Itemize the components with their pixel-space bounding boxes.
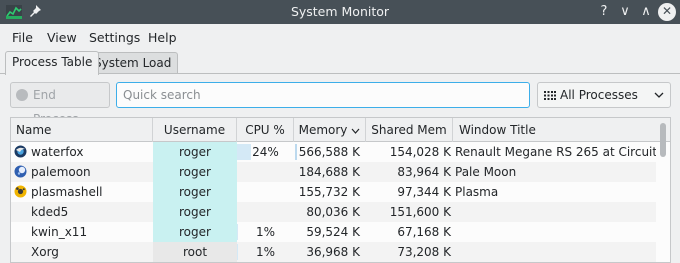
- tab-divider: [0, 73, 680, 74]
- toolbar: End Process... All Processes: [0, 80, 680, 126]
- end-process-button[interactable]: End Process...: [10, 82, 110, 126]
- process-shared-mem: 73,208 K: [397, 245, 451, 259]
- quick-search-input[interactable]: [116, 82, 530, 108]
- column-header-window-title[interactable]: Window Title: [453, 118, 653, 142]
- process-name: kwin_x11: [11, 222, 153, 242]
- table-row[interactable]: kwin_x11 roger 1% 59,524 K 67,168 K: [11, 222, 656, 242]
- table-row[interactable]: palemoon roger 184,688 K 83,964 K Pale M…: [11, 162, 656, 182]
- table-row[interactable]: Xorg root 1% 36,968 K 73,208 K: [11, 242, 656, 262]
- table-row[interactable]: plasmashell roger 155,732 K 97,344 K Pla…: [11, 182, 656, 202]
- process-shared-mem: 83,964 K: [397, 165, 451, 179]
- process-memory: 155,732 K: [298, 185, 360, 199]
- table-row[interactable]: waterfox roger 24% 566,588 K 154,028 K R…: [11, 142, 656, 162]
- process-window-title: [453, 202, 656, 222]
- process-name-label: kwin_x11: [31, 225, 88, 239]
- process-shared-mem: 151,600 K: [389, 205, 451, 219]
- process-window-title: [453, 242, 656, 262]
- column-header-username[interactable]: Username: [153, 118, 237, 142]
- chevron-down-icon: [654, 92, 664, 98]
- process-memory: 184,688 K: [298, 165, 360, 179]
- waterfox-icon: [14, 145, 27, 158]
- process-shared-mem: 67,168 K: [397, 225, 451, 239]
- palemoon-icon: [14, 165, 27, 178]
- process-cpu: 24%: [252, 145, 279, 159]
- menu-help[interactable]: Help: [148, 30, 177, 45]
- menu-file[interactable]: File: [12, 30, 33, 45]
- process-name: waterfox: [11, 142, 153, 162]
- process-cpu: [237, 162, 294, 182]
- menu-bar: File View Settings Help: [0, 24, 680, 50]
- process-memory: 59,524 K: [306, 225, 360, 239]
- process-memory: 566,588 K: [298, 145, 360, 159]
- end-process-icon: [16, 89, 28, 101]
- vertical-scrollbar[interactable]: [656, 118, 670, 262]
- process-shared-mem: 154,028 K: [389, 145, 451, 159]
- process-cpu: [237, 182, 294, 202]
- process-user: roger: [153, 222, 237, 242]
- scrollbar-thumb[interactable]: [660, 123, 666, 157]
- process-user: root: [153, 242, 237, 262]
- process-memory: 80,036 K: [306, 205, 360, 219]
- process-window-title: Pale Moon: [455, 165, 517, 179]
- title-bar: System Monitor ? ∨ ∧ ✕: [0, 0, 680, 24]
- minimize-icon[interactable]: ∨: [616, 3, 634, 21]
- menu-settings[interactable]: Settings: [89, 30, 140, 45]
- process-name-label: plasmashell: [31, 185, 103, 199]
- tab-system-load[interactable]: System Load: [87, 52, 179, 74]
- process-name-label: palemoon: [31, 165, 91, 179]
- process-user: roger: [153, 182, 237, 202]
- process-table: Name Username CPU % Memory Shared Mem Wi…: [10, 117, 671, 263]
- close-icon[interactable]: ✕: [658, 3, 676, 21]
- process-shared-mem: 97,344 K: [397, 185, 451, 199]
- column-header-shared-mem[interactable]: Shared Mem: [366, 118, 453, 142]
- process-window-title: Renault Megane RS 265 at Circuit de...: [455, 145, 656, 159]
- process-cpu: 1%: [255, 245, 276, 259]
- process-name-label: kded5: [31, 205, 69, 219]
- process-name: palemoon: [11, 162, 153, 182]
- help-icon[interactable]: ?: [595, 3, 613, 21]
- window-title: System Monitor: [290, 4, 390, 19]
- tab-process-table[interactable]: Process Table: [5, 51, 100, 75]
- process-cpu: 1%: [255, 225, 276, 239]
- process-filter-select[interactable]: All Processes: [537, 82, 671, 108]
- process-name-label: Xorg: [31, 245, 59, 259]
- process-name: Xorg: [11, 242, 153, 262]
- column-header-cpu[interactable]: CPU %: [237, 118, 294, 142]
- column-header-memory-label: Memory: [298, 123, 348, 137]
- column-header-memory[interactable]: Memory: [294, 118, 366, 142]
- table-header: Name Username CPU % Memory Shared Mem Wi…: [11, 118, 670, 142]
- maximize-icon[interactable]: ∧: [637, 3, 655, 21]
- process-name-label: waterfox: [31, 145, 84, 159]
- process-window-title: [453, 222, 656, 242]
- process-memory: 36,968 K: [306, 245, 360, 259]
- tab-bar: Process Table System Load: [0, 50, 680, 75]
- menu-view[interactable]: View: [47, 30, 77, 45]
- sort-descending-icon: [351, 128, 360, 134]
- process-name: kded5: [11, 202, 153, 222]
- process-user: roger: [153, 202, 237, 222]
- table-row[interactable]: kded5 roger 80,036 K 151,600 K: [11, 202, 656, 222]
- process-filter-value: All Processes: [560, 88, 638, 102]
- process-name: plasmashell: [11, 182, 153, 202]
- process-cpu: [237, 202, 294, 222]
- plasmashell-icon: [14, 185, 27, 198]
- process-user: roger: [153, 162, 237, 182]
- column-header-name[interactable]: Name: [11, 118, 153, 142]
- list-icon: [544, 91, 556, 100]
- process-user: roger: [153, 142, 237, 162]
- process-window-title: Plasma: [455, 185, 499, 199]
